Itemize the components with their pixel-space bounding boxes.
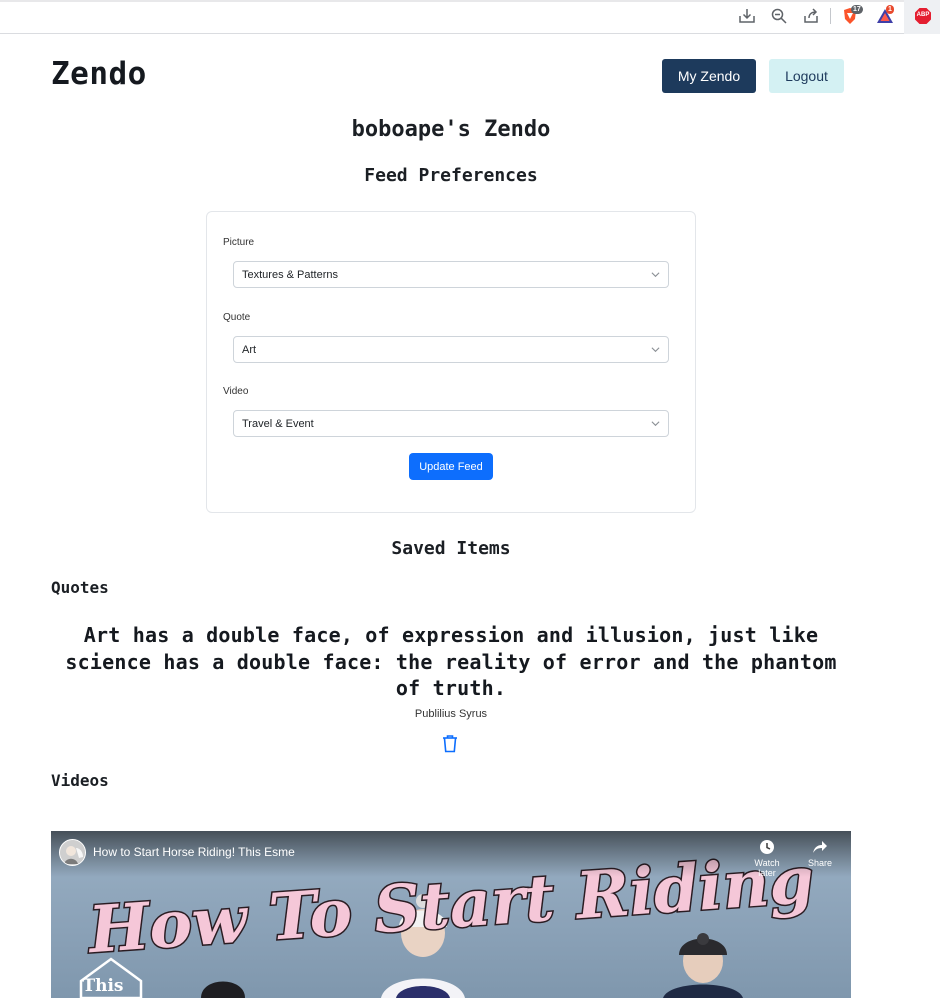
video-select-value: Travel & Event	[242, 417, 314, 430]
brave-rewards-count: 1	[886, 5, 894, 14]
page-title: boboape's Zendo	[351, 117, 551, 142]
chevron-down-icon	[651, 421, 660, 427]
adblock-plus-icon[interactable]: ABP	[913, 6, 933, 26]
quote-select-value: Art	[242, 343, 257, 356]
picture-label: Picture	[223, 237, 255, 248]
brave-rewards-icon[interactable]: 1	[875, 5, 895, 26]
videos-heading: Videos	[51, 771, 109, 790]
share-icon[interactable]	[801, 6, 821, 26]
brand-logo[interactable]: Zendo	[51, 56, 147, 92]
update-feed-button[interactable]: Update Feed	[409, 453, 493, 480]
share-label: Share	[807, 858, 833, 868]
brave-shield-count: 17	[851, 5, 863, 14]
saved-quote-author: Publilius Syrus	[414, 708, 488, 720]
adblock-plus-label: ABP	[916, 12, 930, 18]
trash-icon[interactable]	[441, 734, 459, 753]
watch-later-button[interactable]: Watch later	[747, 839, 787, 878]
logout-button[interactable]: Logout	[769, 59, 844, 93]
saved-video-embed[interactable]: How To Start Riding This How to Start Ho…	[51, 831, 851, 998]
watch-later-label: Watch later	[754, 858, 780, 878]
thumbnail-badge-text: This	[82, 976, 123, 996]
clock-icon	[760, 840, 774, 854]
saved-items-title: Saved Items	[391, 538, 511, 559]
quotes-heading: Quotes	[51, 578, 109, 597]
my-zendo-button[interactable]: My Zendo	[662, 59, 756, 93]
zoom-out-icon[interactable]	[769, 6, 789, 26]
video-select[interactable]: Travel & Event	[233, 410, 669, 437]
feed-preferences-card: Picture Textures & Patterns Quote Art Vi…	[206, 211, 696, 513]
feed-preferences-title: Feed Preferences	[364, 165, 538, 186]
quote-label: Quote	[223, 312, 251, 323]
share-video-button[interactable]: Share	[800, 839, 840, 868]
chevron-down-icon	[651, 272, 660, 278]
quote-select[interactable]: Art	[233, 336, 669, 363]
chevron-down-icon	[651, 347, 660, 353]
brave-shield-icon[interactable]: 17	[840, 5, 863, 26]
toolbar-top-line	[0, 0, 940, 2]
picture-select-value: Textures & Patterns	[242, 268, 338, 281]
video-label: Video	[223, 386, 249, 397]
browser-toolbar: 17 1 ABP	[0, 0, 940, 34]
video-title[interactable]: How to Start Horse Riding! This Esme	[93, 845, 295, 859]
picture-select[interactable]: Textures & Patterns	[233, 261, 669, 288]
saved-quote-text: Art has a double face, of expression and…	[65, 623, 837, 700]
share-arrow-icon	[813, 841, 827, 853]
channel-avatar[interactable]	[59, 839, 86, 866]
download-icon[interactable]	[737, 6, 757, 26]
toolbar-separator	[830, 8, 831, 24]
